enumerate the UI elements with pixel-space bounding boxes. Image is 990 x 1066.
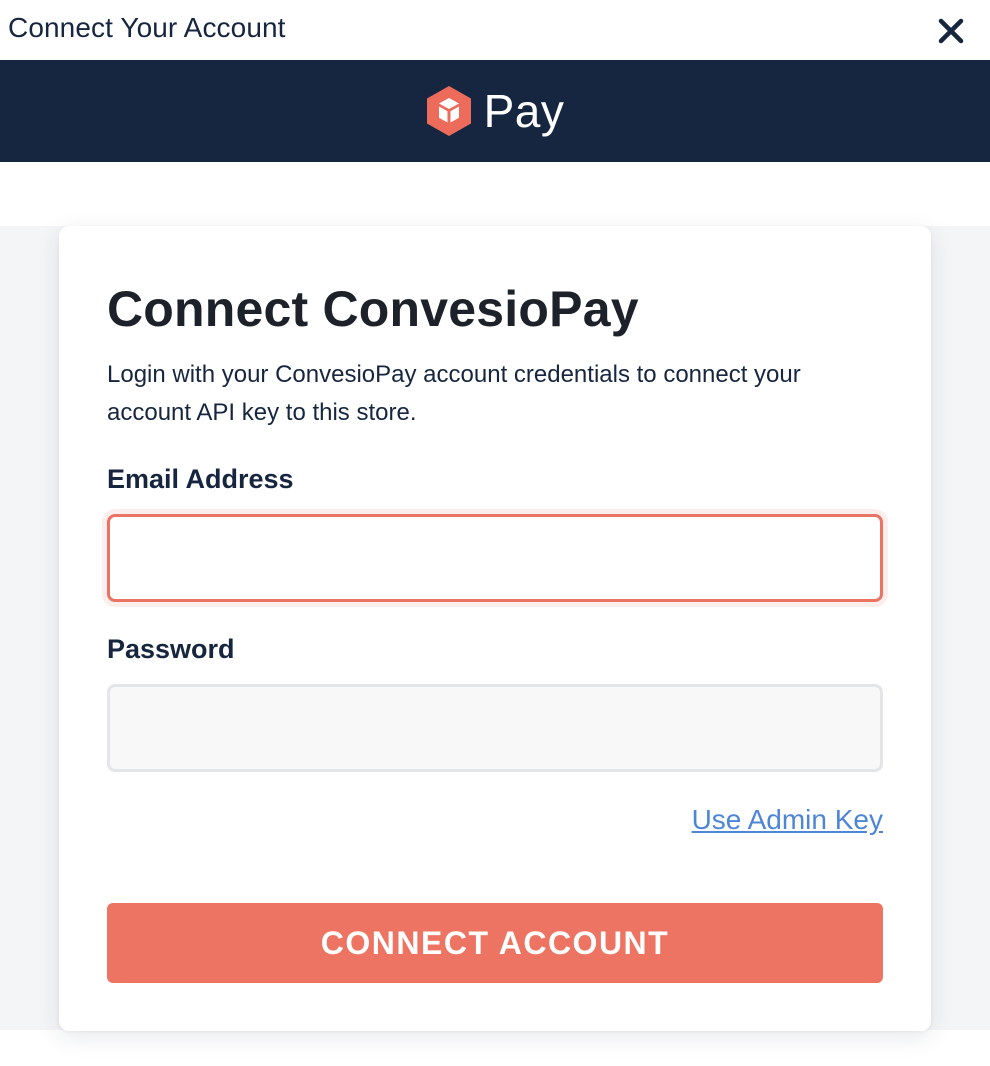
email-field[interactable] <box>107 514 883 602</box>
page-title: Connect ConvesioPay <box>107 281 639 337</box>
brand-logo: Pay <box>426 85 565 137</box>
password-label: Password <box>107 634 235 664</box>
email-label: Email Address <box>107 464 294 494</box>
brand-header: Pay <box>0 60 990 162</box>
password-field[interactable] <box>107 684 883 772</box>
login-card: Connect ConvesioPay Login with your Conv… <box>59 226 931 1031</box>
close-button[interactable] <box>934 14 968 48</box>
close-icon <box>938 18 964 44</box>
dialog-titlebar: Connect Your Account <box>0 0 990 60</box>
connect-account-button[interactable]: CONNECT ACCOUNT <box>107 903 883 983</box>
use-admin-key-link[interactable]: Use Admin Key <box>692 804 883 836</box>
dialog-title: Connect Your Account <box>8 12 286 43</box>
brand-name: Pay <box>483 85 565 137</box>
cube-logo-icon <box>426 86 471 136</box>
description-text: Login with your ConvesioPay account cred… <box>107 361 801 426</box>
